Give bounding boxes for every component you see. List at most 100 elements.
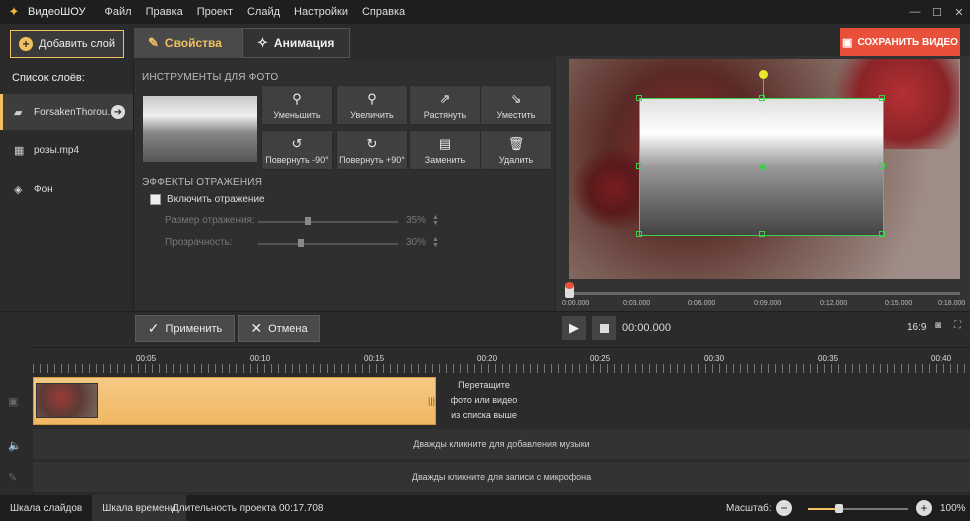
add-layer-button[interactable]: + Добавить слой — [10, 30, 124, 58]
menu-slide[interactable]: Слайд — [247, 6, 280, 18]
preview-tick: 0:03.000 — [623, 300, 651, 307]
apply-button[interactable]: ✓ Применить — [135, 315, 235, 342]
enable-reflection-checkbox[interactable]: Включить отражение — [150, 194, 265, 205]
resize-handle[interactable] — [759, 231, 765, 237]
resize-handle[interactable] — [759, 95, 765, 101]
ruler-tick: 00:05 — [136, 354, 157, 363]
resize-handle[interactable] — [879, 95, 885, 101]
x-icon: ✕ — [250, 320, 263, 336]
save-video-label: СОХРАНИТЬ ВИДЕО — [857, 36, 958, 48]
cancel-button[interactable]: ✕ Отмена — [238, 315, 320, 342]
menu-edit[interactable]: Правка — [146, 6, 183, 18]
stop-icon — [599, 323, 609, 333]
rotate-handle[interactable] — [759, 70, 768, 79]
zoom-minus-button[interactable]: − — [776, 500, 792, 516]
video-track-icon: ▣ — [8, 396, 19, 408]
play-button[interactable]: ▶ — [562, 316, 586, 340]
fit-button[interactable]: ⇘ Уместить — [480, 85, 552, 125]
edit-icon: ✎ — [148, 35, 159, 50]
zoom-out-button[interactable]: ⚲ Уменьшить — [261, 85, 333, 125]
save-video-button[interactable]: ▣ СОХРАНИТЬ ВИДЕО — [840, 28, 960, 56]
rotate-left-button[interactable]: ↺ Повернуть -90° — [261, 130, 333, 170]
enable-reflection-label: Включить отражение — [167, 194, 265, 205]
mic-hint: Дважды кликните для записи с микрофона — [411, 472, 592, 482]
film-icon: ▦ — [14, 144, 25, 157]
app-window: ✦ ВидеоШОУ Файл Правка Проект Слайд Наст… — [0, 0, 970, 521]
clip-resize-grip-icon[interactable]: ||| — [428, 396, 435, 406]
resize-handle[interactable] — [636, 231, 642, 237]
menu-file[interactable]: Файл — [105, 6, 132, 18]
music-track[interactable]: Дважды кликните для добавления музыки — [33, 429, 970, 459]
replace-label: Заменить — [424, 154, 466, 165]
layer-item-photo[interactable]: ▰ ForsakenThorou... ➜ — [0, 94, 133, 130]
minimize-icon[interactable]: — — [904, 0, 926, 24]
delete-label: Удалить — [498, 154, 534, 165]
tab-slides-timeline[interactable]: Шкала слайдов — [0, 495, 92, 521]
cancel-label: Отмена — [268, 322, 308, 335]
layer-item-video[interactable]: ▦ розы.mp4 — [0, 132, 133, 168]
mic-track[interactable]: Дважды кликните для записи с микрофона — [33, 462, 970, 492]
stop-button[interactable] — [592, 316, 616, 340]
minus-icon: − — [780, 501, 788, 515]
photo-tools-title: ИНСТРУМЕНТЫ ДЛЯ ФОТО — [142, 72, 279, 83]
tab-animation-label: Анимация — [273, 36, 335, 50]
aspect-ratio[interactable]: 16:9 — [907, 322, 926, 333]
ruler-tick: 00:15 — [364, 354, 385, 363]
ruler-tick: 00:35 — [818, 354, 839, 363]
opacity-label: Прозрачность: — [165, 237, 233, 248]
opacity-value: 30% — [406, 237, 427, 248]
zoom-slider-knob[interactable] — [835, 504, 843, 513]
arrow-right-icon[interactable]: ➜ — [111, 105, 125, 119]
zoom-in-icon: ⚲ — [367, 90, 377, 106]
menu-settings[interactable]: Настройки — [294, 6, 348, 18]
ruler-tick: 00:10 — [250, 354, 271, 363]
replace-button[interactable]: ▤ Заменить — [409, 130, 481, 170]
menu-project[interactable]: Проект — [197, 6, 233, 18]
opacity-knob[interactable] — [298, 239, 304, 247]
drag-hint-line: из списка выше — [451, 410, 517, 420]
drag-hint-line: Перетащите — [458, 380, 510, 390]
zoom-in-button[interactable]: ⚲ Увеличить — [336, 85, 408, 125]
close-icon[interactable]: ✕ — [948, 0, 970, 24]
rotate-right-button[interactable]: ↻ Повернуть +90° — [336, 130, 408, 170]
checkbox-icon[interactable] — [150, 194, 161, 205]
maximize-icon[interactable]: ☐ — [926, 0, 948, 24]
menu-bar: ✦ ВидеоШОУ Файл Правка Проект Слайд Наст… — [0, 0, 970, 24]
plus-icon: + — [920, 501, 928, 515]
preview-tick: 0:09.000 — [754, 300, 782, 307]
app-logo-icon: ✦ — [8, 4, 20, 19]
size-spinner-icon[interactable]: ▲ ▼ — [432, 214, 439, 227]
menu-help[interactable]: Справка — [362, 6, 405, 18]
playhead-marker — [565, 282, 574, 289]
rotate-right-icon: ↻ — [366, 135, 378, 151]
zoom-label: Масштаб: — [726, 503, 772, 514]
opacity-slider[interactable] — [258, 243, 398, 245]
stretch-button[interactable]: ⇗ Растянуть — [409, 85, 481, 125]
timecode: 00:00.000 — [622, 322, 671, 334]
preview-scrubber[interactable] — [569, 292, 960, 295]
zoom-plus-button[interactable]: + — [916, 500, 932, 516]
resize-handle[interactable] — [879, 231, 885, 237]
image-icon: ▰ — [14, 106, 23, 119]
reflection-size-slider[interactable] — [258, 221, 398, 223]
fullscreen-icon[interactable]: ⛶ — [954, 320, 961, 331]
tab-animation[interactable]: ✧ Анимация — [242, 28, 350, 58]
resize-handle[interactable] — [879, 163, 885, 169]
resize-handle[interactable] — [636, 95, 642, 101]
layer-item-background[interactable]: ◈ Фон — [0, 171, 133, 207]
camera-icon[interactable]: ◙ — [935, 320, 941, 331]
tab-properties-label: Свойства — [164, 36, 222, 50]
microphone-icon: ✎ — [8, 472, 18, 484]
stretch-icon: ⇗ — [439, 90, 451, 106]
opacity-spinner-icon[interactable]: ▲ ▼ — [432, 236, 439, 249]
resize-handle[interactable] — [636, 163, 642, 169]
play-icon: ▶ — [569, 320, 579, 335]
reflection-size-value: 35% — [406, 215, 427, 226]
ruler-tick: 00:30 — [704, 354, 725, 363]
layers-list: ▰ ForsakenThorou... ➜ ▦ розы.mp4 ◈ Фон — [0, 94, 133, 310]
center-point[interactable] — [760, 164, 766, 170]
reflection-size-knob[interactable] — [305, 217, 311, 225]
zoom-out-icon: ⚲ — [292, 90, 302, 106]
delete-button[interactable]: 🗑 Удалить — [480, 130, 552, 170]
tab-properties[interactable]: ✎ Свойства — [134, 28, 242, 58]
